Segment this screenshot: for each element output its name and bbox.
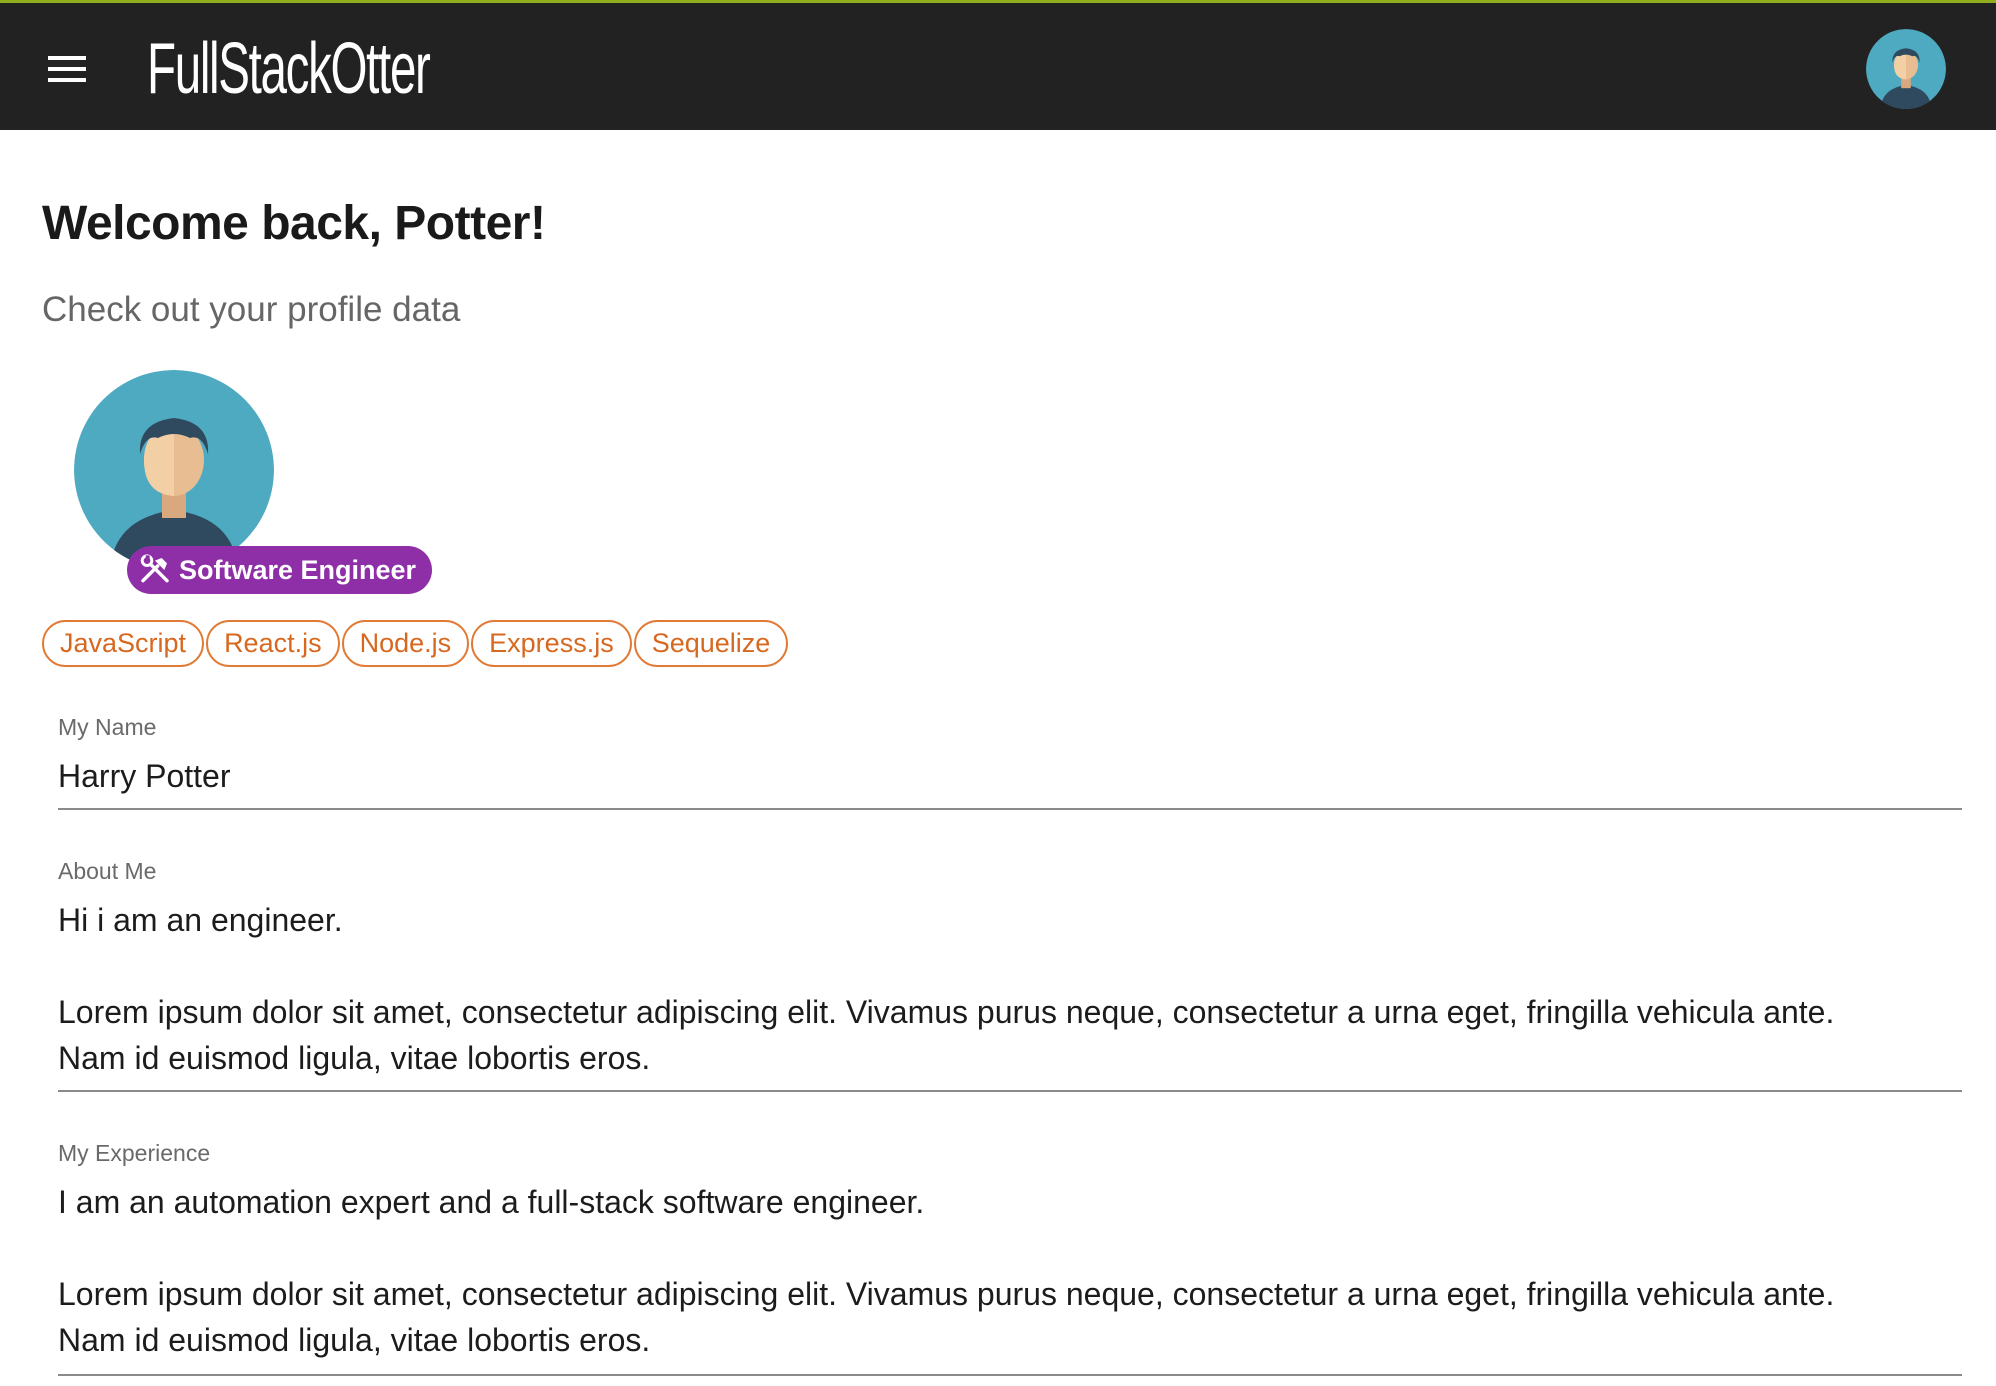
page-title: Welcome back, Potter! (42, 197, 546, 250)
experience-field[interactable]: My Experience I am an automation expert … (58, 1140, 1962, 1376)
name-field[interactable]: My Name Harry Potter (58, 714, 1962, 810)
skills-list: JavaScript React.js Node.js Express.js S… (42, 620, 789, 667)
about-me-field-value[interactable]: Hi i am an engineer. Lorem ipsum dolor s… (58, 897, 1962, 1081)
top-app-bar: FullStackOtter (0, 0, 1996, 130)
hammer-wrench-icon (140, 554, 169, 583)
user-avatar-icon (1866, 29, 1946, 109)
skill-chip[interactable]: Sequelize (633, 620, 789, 667)
skill-chip[interactable]: Express.js (471, 620, 632, 667)
skill-chip[interactable]: JavaScript (42, 620, 205, 667)
role-badge: Software Engineer (127, 546, 433, 594)
experience-field-value[interactable]: I am an automation expert and a full-sta… (58, 1179, 1962, 1363)
role-badge-label: Software Engineer (179, 554, 417, 585)
skill-chip[interactable]: Node.js (341, 620, 470, 667)
name-field-value[interactable]: Harry Potter (58, 753, 1962, 799)
profile-avatar (74, 370, 274, 570)
page-subtitle: Check out your profile data (42, 290, 461, 329)
menu-button[interactable] (38, 45, 96, 93)
about-me-field-label: About Me (58, 858, 157, 884)
user-avatar-icon (74, 370, 274, 570)
account-avatar-button[interactable] (1866, 29, 1946, 109)
skill-chip[interactable]: React.js (206, 620, 340, 667)
hamburger-menu-icon (48, 56, 86, 60)
app-logo[interactable]: FullStackOtter (147, 29, 431, 109)
experience-field-label: My Experience (58, 1140, 211, 1166)
name-field-label: My Name (58, 714, 157, 740)
about-me-field[interactable]: About Me Hi i am an engineer. Lorem ipsu… (58, 858, 1962, 1092)
